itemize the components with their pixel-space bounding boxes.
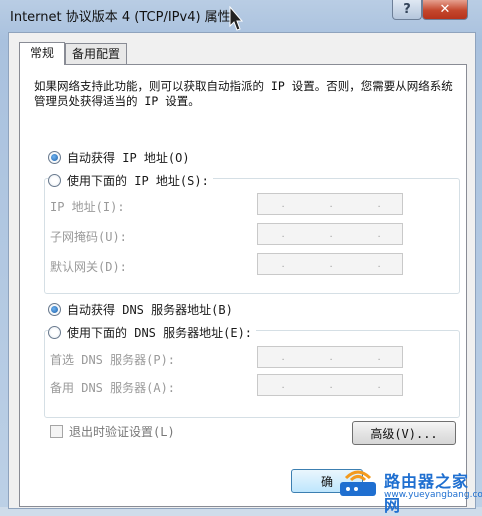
ip-manual-radio-row[interactable]: 使用下面的 IP 地址(S): xyxy=(48,172,213,189)
advanced-button[interactable]: 高级(V)... xyxy=(352,421,456,445)
default-gateway-field[interactable]: ... xyxy=(257,253,403,275)
alternate-dns-label: 备用 DNS 服务器(A): xyxy=(50,381,176,395)
validate-on-exit-label: 退出时验证设置(L) xyxy=(69,425,175,439)
dns-auto-label: 自动获得 DNS 服务器地址(B) xyxy=(67,303,233,317)
ip-address-field[interactable]: ... xyxy=(257,193,403,215)
preferred-dns-field[interactable]: ... xyxy=(257,346,403,368)
preferred-dns-label: 首选 DNS 服务器(P): xyxy=(50,353,176,367)
watermark-glow xyxy=(218,448,282,500)
ip-manual-radio[interactable] xyxy=(48,174,61,187)
dns-manual-radio[interactable] xyxy=(48,326,61,339)
dns-manual-label: 使用下面的 DNS 服务器地址(E): xyxy=(67,326,253,340)
watermark-url: www.yueyangbang.com xyxy=(384,490,482,500)
ip-auto-radio-row[interactable]: 自动获得 IP 地址(O) xyxy=(48,149,190,166)
subnet-mask-field[interactable]: ... xyxy=(257,223,403,245)
router-logo-icon xyxy=(340,470,376,496)
description-text: 如果网络支持此功能，则可以获取自动指派的 IP 设置。否则，您需要从网络系统管理… xyxy=(34,79,453,108)
tab-alternate-config[interactable]: 备用配置 xyxy=(65,43,128,64)
dialog-client: 常规 备用配置 如果网络支持此功能，则可以获取自动指派的 IP 设置。否则，您需… xyxy=(8,32,476,509)
ip-auto-radio[interactable] xyxy=(48,151,61,164)
ip-auto-label: 自动获得 IP 地址(O) xyxy=(67,151,190,165)
tab-general[interactable]: 常规 xyxy=(19,42,66,65)
dns-auto-radio-row[interactable]: 自动获得 DNS 服务器地址(B) xyxy=(48,301,233,318)
validate-on-exit-checkbox[interactable] xyxy=(50,425,63,438)
general-panel: 如果网络支持此功能，则可以获取自动指派的 IP 设置。否则，您需要从网络系统管理… xyxy=(19,64,467,507)
ip-manual-label: 使用下面的 IP 地址(S): xyxy=(67,174,209,188)
mouse-cursor-icon xyxy=(229,6,243,31)
ip-address-label: IP 地址(I): xyxy=(50,200,125,214)
validate-on-exit-row[interactable]: 退出时验证设置(L) xyxy=(50,423,175,440)
help-button[interactable]: ? xyxy=(392,0,422,20)
window-title: Internet 协议版本 4 (TCP/IPv4) 属性 xyxy=(10,10,231,25)
tab-strip: 常规 备用配置 xyxy=(19,42,128,65)
subnet-mask-label: 子网掩码(U): xyxy=(50,230,127,244)
dns-auto-radio[interactable] xyxy=(48,303,61,316)
alternate-dns-field[interactable]: ... xyxy=(257,374,403,396)
dns-manual-radio-row[interactable]: 使用下面的 DNS 服务器地址(E): xyxy=(48,324,257,341)
default-gateway-label: 默认网关(D): xyxy=(50,260,127,274)
close-button[interactable]: ✕ xyxy=(422,0,468,20)
